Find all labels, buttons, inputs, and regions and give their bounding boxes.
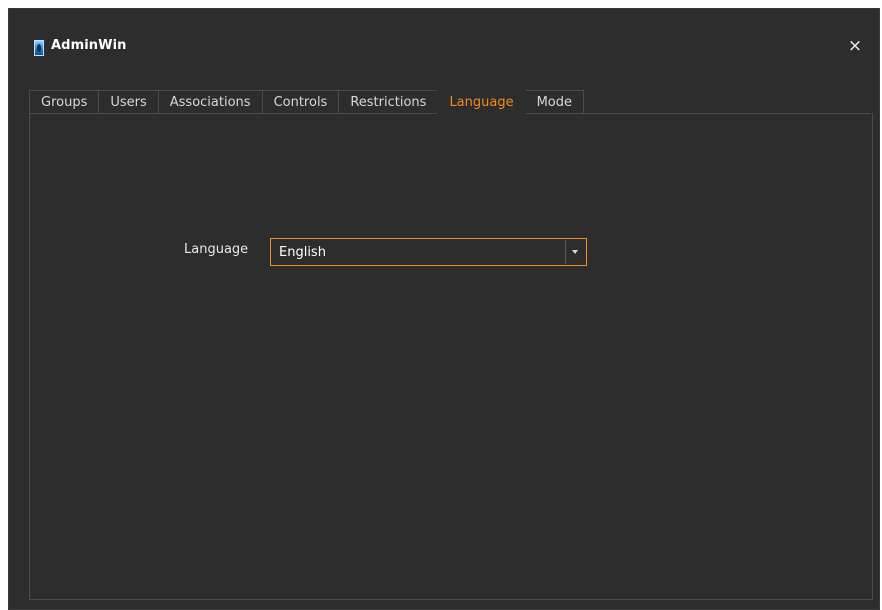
tab-strip: Groups Users Associations Controls Restr… (29, 88, 585, 114)
title-bar: AdminWin × (9, 9, 879, 79)
app-icon (34, 40, 44, 56)
tab-associations[interactable]: Associations (157, 90, 263, 114)
close-button[interactable]: × (846, 37, 864, 55)
language-panel (29, 113, 873, 600)
close-icon: × (847, 36, 863, 56)
tab-groups[interactable]: Groups (29, 90, 100, 114)
tab-language[interactable]: Language (437, 90, 526, 114)
language-label: Language (184, 242, 249, 257)
tab-users[interactable]: Users (98, 90, 159, 114)
chevron-down-icon[interactable] (565, 240, 585, 264)
tab-restrictions[interactable]: Restrictions (338, 90, 439, 114)
language-selected-value: English (279, 245, 326, 260)
language-select[interactable]: English (270, 238, 587, 266)
tab-mode[interactable]: Mode (524, 90, 585, 114)
admin-window: AdminWin × Groups Users Associations Con… (8, 8, 880, 610)
tab-controls[interactable]: Controls (261, 90, 340, 114)
window-title: AdminWin (51, 38, 127, 53)
